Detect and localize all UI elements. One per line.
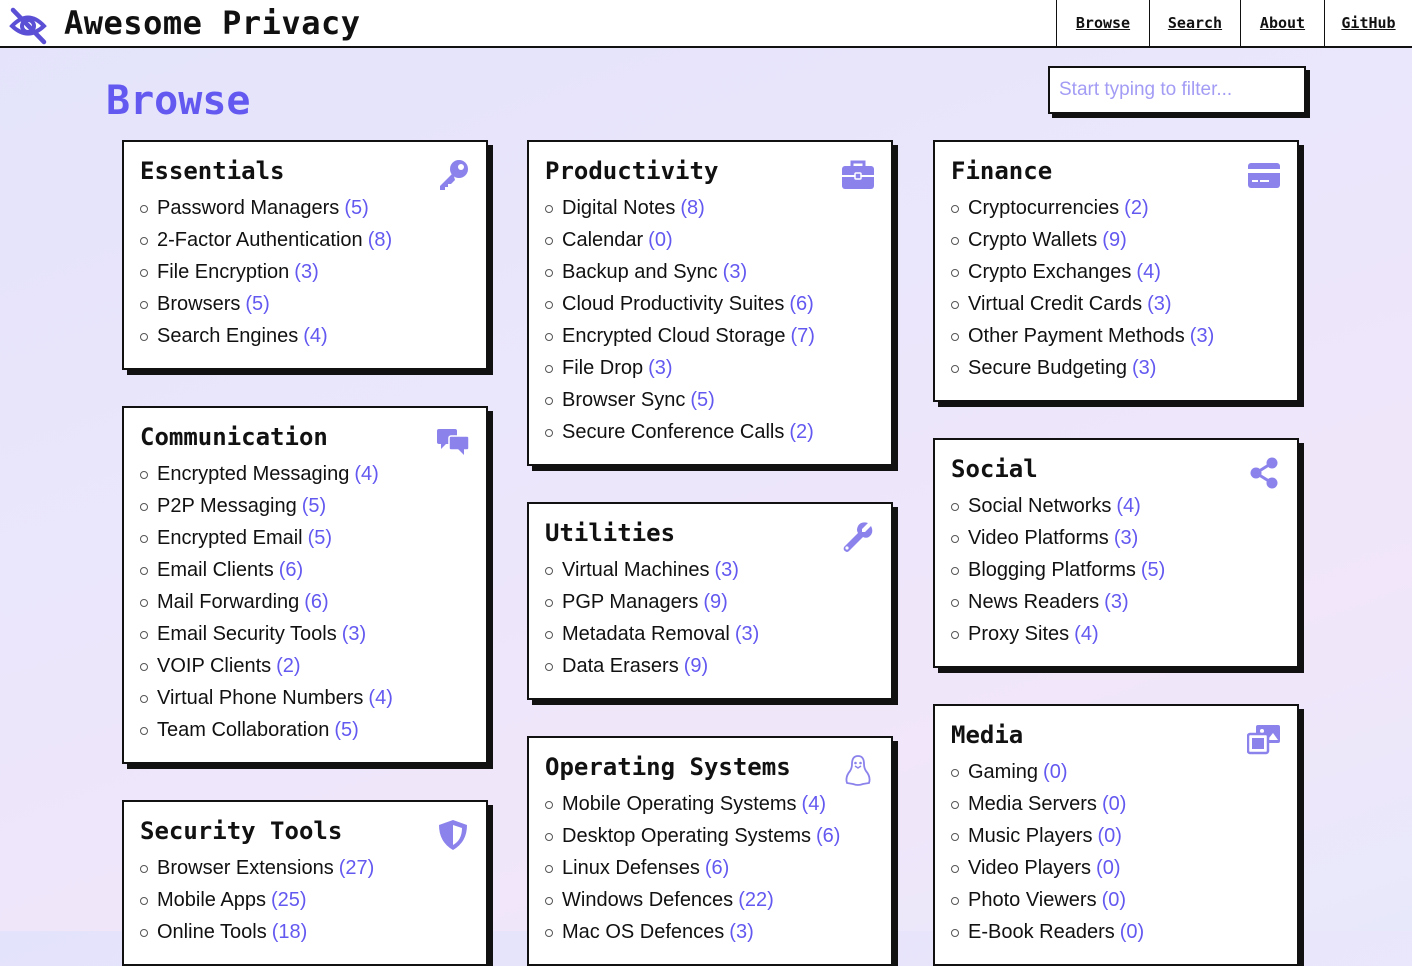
list-item[interactable]: Browser Extensions (27) [140,852,470,884]
briefcase-icon [842,160,874,189]
list-item[interactable]: Secure Conference Calls (2) [545,416,875,448]
category-list: Encrypted Messaging (4) P2P Messaging (5) … [140,458,470,746]
list-item[interactable]: Encrypted Messaging (4) [140,458,470,490]
list-item[interactable]: Secure Budgeting (3) [951,352,1281,384]
list-item[interactable]: Mail Forwarding (6) [140,586,470,618]
list-item[interactable]: P2P Messaging (5) [140,490,470,522]
category-title[interactable]: Essentials [140,156,470,186]
app-title[interactable]: Awesome Privacy [64,1,360,45]
category-card-operating-systems: Operating Systems Mobile Operating Syste… [527,736,893,966]
page-title: Browse [106,78,251,124]
category-title[interactable]: Security Tools [140,816,470,846]
category-title[interactable]: Operating Systems [545,752,875,782]
photo-video-icon [1247,725,1280,755]
linux-penguin-icon [845,755,871,786]
list-item[interactable]: Browsers (5) [140,288,470,320]
category-title[interactable]: Social [951,454,1281,484]
wrench-icon [843,522,873,552]
list-item[interactable]: Encrypted Cloud Storage (7) [545,320,875,352]
list-item[interactable]: File Encryption (3) [140,256,470,288]
list-item[interactable]: Crypto Exchanges (4) [951,256,1281,288]
list-item[interactable]: Linux Defenses (6) [545,852,875,884]
list-item[interactable]: Online Tools (18) [140,916,470,948]
credit-card-icon [1248,163,1280,188]
list-item[interactable]: Email Clients (6) [140,554,470,586]
list-item[interactable]: VOIP Clients (2) [140,650,470,682]
list-item[interactable]: Media Servers (0) [951,788,1281,820]
list-item[interactable]: Metadata Removal (3) [545,618,875,650]
list-item[interactable]: Crypto Wallets (9) [951,224,1281,256]
list-item[interactable]: Gaming (0) [951,756,1281,788]
list-item[interactable]: Data Erasers (9) [545,650,875,682]
list-item[interactable]: Browser Sync (5) [545,384,875,416]
filter-input[interactable] [1048,66,1306,114]
category-card-essentials: Essentials Password Managers (5) 2-Factor… [122,140,488,370]
list-item[interactable]: Other Payment Methods (3) [951,320,1281,352]
list-item[interactable]: Digital Notes (8) [545,192,875,224]
list-item[interactable]: Search Engines (4) [140,320,470,352]
category-list: Digital Notes (8) Calendar (0) Backup and … [545,192,875,448]
category-list: Virtual Machines (3) PGP Managers (9) Meta… [545,554,875,682]
category-list: Cryptocurrencies (2) Crypto Wallets (9) Cr… [951,192,1281,384]
list-item[interactable]: Music Players (0) [951,820,1281,852]
list-item[interactable]: Proxy Sites (4) [951,618,1281,650]
nav-github-link[interactable]: GitHub [1324,0,1412,46]
list-item[interactable]: Cloud Productivity Suites (6) [545,288,875,320]
list-item[interactable]: PGP Managers (9) [545,586,875,618]
category-title[interactable]: Media [951,720,1281,750]
list-item[interactable]: File Drop (3) [545,352,875,384]
eye-slash-logo-icon[interactable] [8,5,48,45]
list-item[interactable]: Virtual Machines (3) [545,554,875,586]
category-title[interactable]: Finance [951,156,1281,186]
category-list: Browser Extensions (27) Mobile Apps (25) O… [140,852,470,948]
list-item[interactable]: Team Collaboration (5) [140,714,470,746]
category-list: Gaming (0) Media Servers (0) Music Players… [951,756,1281,948]
list-item[interactable]: Encrypted Email (5) [140,522,470,554]
nav-search-link[interactable]: Search [1149,0,1240,46]
list-item[interactable]: Windows Defences (22) [545,884,875,916]
list-item[interactable]: 2-Factor Authentication (8) [140,224,470,256]
list-item[interactable]: Video Players (0) [951,852,1281,884]
key-icon [440,160,468,190]
list-item[interactable]: Video Platforms (3) [951,522,1281,554]
category-list: Mobile Operating Systems (4) Desktop Oper… [545,788,875,948]
category-card-utilities: Utilities Virtual Machines (3) PGP Manage… [527,502,893,700]
list-item[interactable]: Calendar (0) [545,224,875,256]
list-item[interactable]: Virtual Credit Cards (3) [951,288,1281,320]
chat-bubbles-icon [437,429,470,455]
category-list: Password Managers (5) 2-Factor Authentica… [140,192,470,352]
list-item[interactable]: Mac OS Defences (3) [545,916,875,948]
category-card-communication: Communication Encrypted Messaging (4) P2P… [122,406,488,764]
list-item[interactable]: Backup and Sync (3) [545,256,875,288]
list-item[interactable]: Desktop Operating Systems (6) [545,820,875,852]
category-title[interactable]: Productivity [545,156,875,186]
share-icon [1250,457,1278,489]
category-list: Social Networks (4) Video Platforms (3) Bl… [951,490,1281,650]
list-item[interactable]: Cryptocurrencies (2) [951,192,1281,224]
list-item[interactable]: E-Book Readers (0) [951,916,1281,948]
category-card-security-tools: Security Tools Browser Extensions (27) Mo… [122,800,488,966]
list-item[interactable]: Email Security Tools (3) [140,618,470,650]
category-title[interactable]: Utilities [545,518,875,548]
nav-browse-link[interactable]: Browse [1056,0,1149,46]
category-card-productivity: Productivity Digital Notes (8) Calendar (0… [527,140,893,466]
list-item[interactable]: Social Networks (4) [951,490,1281,522]
nav-about-link[interactable]: About [1240,0,1324,46]
list-item[interactable]: Mobile Operating Systems (4) [545,788,875,820]
main-nav: Browse Search About GitHub [1056,0,1412,46]
list-item[interactable]: Mobile Apps (25) [140,884,470,916]
list-item[interactable]: Virtual Phone Numbers (4) [140,682,470,714]
category-card-media: Media Gaming (0) Media Servers (0) Music P… [933,704,1299,966]
list-item[interactable]: Photo Viewers (0) [951,884,1281,916]
category-card-finance: Finance Cryptocurrencies (2) Crypto Walle… [933,140,1299,402]
list-item[interactable]: Password Managers (5) [140,192,470,224]
top-navbar: Awesome Privacy Browse Search About GitH… [0,0,1412,48]
list-item[interactable]: News Readers (3) [951,586,1281,618]
category-title[interactable]: Communication [140,422,470,452]
category-card-social: Social Social Networks (4) Video Platform… [933,438,1299,668]
list-item[interactable]: Blogging Platforms (5) [951,554,1281,586]
shield-icon [439,820,467,850]
